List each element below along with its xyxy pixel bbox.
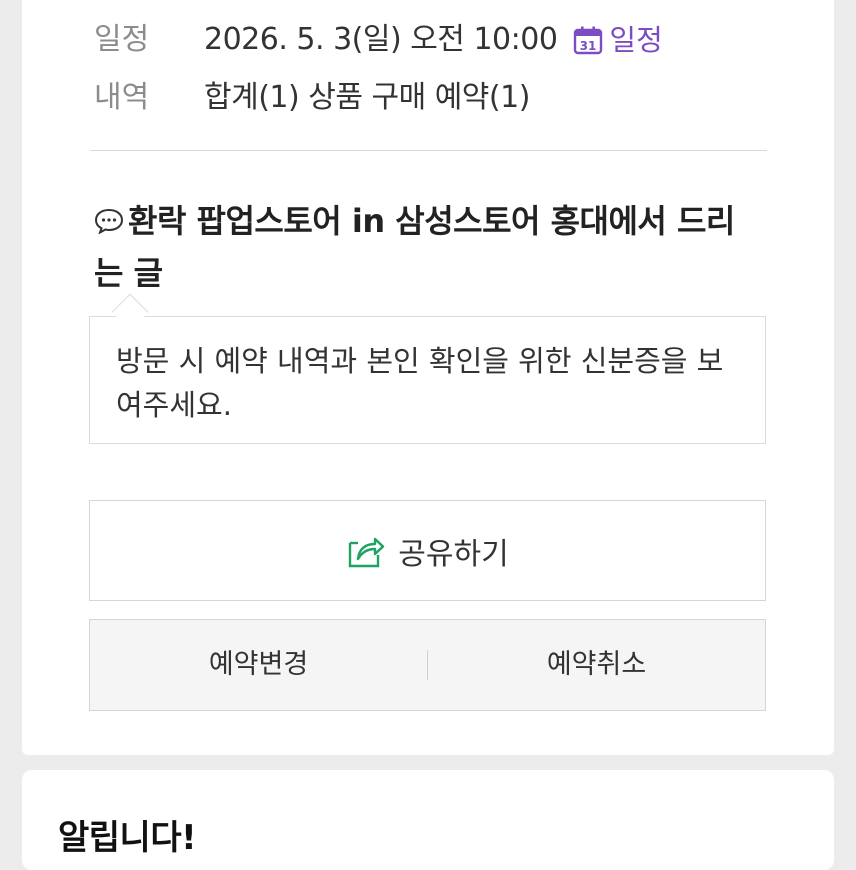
cancel-reservation-button[interactable]: 예약취소 [428, 619, 765, 711]
notice-title-text: 환락 팝업스토어 in 삼성스토어 홍대에서 드리는 글 [94, 202, 735, 292]
share-button-label: 공유하기 [398, 536, 509, 572]
announcement-title: 알립니다! [58, 818, 197, 858]
add-schedule-link[interactable]: 31 일정 [573, 20, 663, 60]
history-value: 합계(1) 상품 구매 예약(1) [204, 80, 530, 115]
history-label: 내역 [94, 80, 150, 115]
calendar-icon-number: 31 [580, 39, 597, 53]
date-label: 일정 [94, 22, 150, 57]
section-divider [90, 150, 767, 151]
history-row: 내역 합계(1) 상품 구매 예약(1) [94, 78, 530, 118]
speech-bubble-icon [94, 208, 124, 234]
reservation-card: 일정 2026. 5. 3(일) 오전 10:00 31 일정 내역 합계(1)… [22, 0, 834, 755]
date-row: 일정 2026. 5. 3(일) 오전 10:00 31 일정 [94, 20, 663, 60]
notice-title: 환락 팝업스토어 in 삼성스토어 홍대에서 드리는 글 [94, 195, 754, 299]
notice-message-box: 방문 시 예약 내역과 본인 확인을 위한 신분증을 보여주세요. [89, 316, 766, 444]
announcement-card: 알립니다! [22, 770, 834, 870]
calendar-icon: 31 [574, 26, 603, 55]
change-reservation-button[interactable]: 예약변경 [90, 619, 427, 711]
reservation-actions: 예약변경 예약취소 [89, 619, 766, 711]
date-value: 2026. 5. 3(일) 오전 10:00 [204, 22, 558, 57]
share-icon [349, 537, 385, 567]
schedule-link-label: 일정 [609, 23, 663, 57]
share-button[interactable]: 공유하기 [89, 500, 766, 601]
notice-message: 방문 시 예약 내역과 본인 확인을 위한 신분증을 보여주세요. [116, 344, 724, 422]
